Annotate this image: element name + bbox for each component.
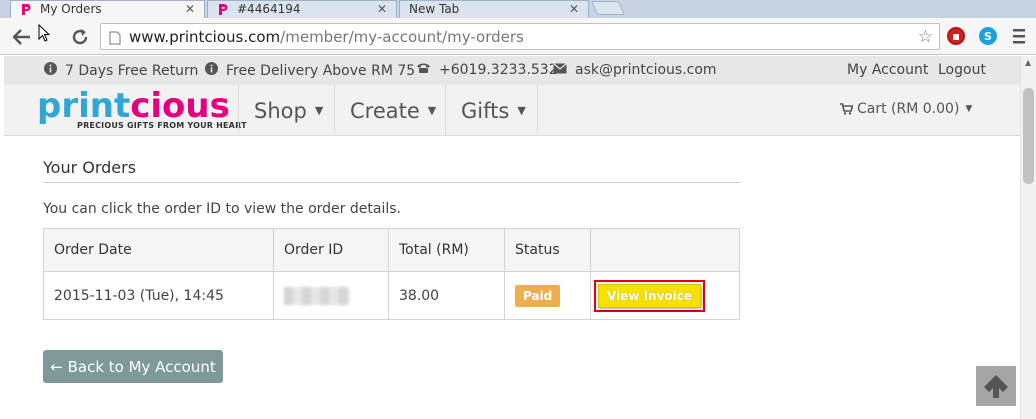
page-scrollbar[interactable]: ▲ bbox=[1020, 56, 1036, 419]
menu-shop[interactable]: Shop ▼ bbox=[238, 85, 334, 136]
arrow-up-icon bbox=[981, 373, 1011, 399]
header-total: Total (RM) bbox=[388, 228, 505, 272]
highlight-box: View Invoice bbox=[594, 279, 706, 312]
envelope-icon bbox=[553, 62, 567, 78]
caret-down-icon: ▼ bbox=[517, 104, 526, 117]
svg-text:S: S bbox=[984, 30, 992, 43]
info-icon bbox=[44, 62, 57, 79]
url-path: /member/my-account/my-orders bbox=[280, 27, 524, 46]
back-arrow-icon[interactable] bbox=[10, 25, 34, 49]
title-divider bbox=[43, 182, 741, 183]
order-id-cell[interactable] bbox=[273, 271, 389, 320]
orders-hint: You can click the order ID to view the o… bbox=[43, 201, 401, 217]
browser-tab-strip: My Orders ✕ #4464194 ✕ New Tab ✕ bbox=[0, 0, 1036, 18]
cart-icon bbox=[840, 103, 853, 115]
close-tab-icon[interactable]: ✕ bbox=[569, 2, 579, 16]
tab-new-tab[interactable]: New Tab ✕ bbox=[399, 0, 589, 18]
url-host: www.printcious.com bbox=[129, 27, 281, 46]
orders-table: Order Date Order ID Total (RM) Status 20… bbox=[43, 228, 740, 320]
logout-link[interactable]: Logout bbox=[938, 62, 986, 78]
logo-wordmark: printcious bbox=[37, 86, 230, 126]
page-icon bbox=[109, 30, 121, 44]
main-content: Your Orders You can click the order ID t… bbox=[4, 137, 1020, 419]
page-title: Your Orders bbox=[43, 158, 137, 177]
printcious-favicon-icon bbox=[20, 3, 32, 16]
back-to-my-account-button[interactable]: ← Back to My Account bbox=[43, 350, 223, 383]
close-tab-icon[interactable]: ✕ bbox=[377, 2, 387, 16]
scroll-up-arrow-icon[interactable]: ▲ bbox=[1025, 58, 1031, 67]
tab-title: #4464194 bbox=[237, 2, 301, 16]
action-cell: View Invoice bbox=[590, 271, 740, 320]
browser-toolbar: www.printcious.com/member/my-account/my-… bbox=[0, 18, 1036, 55]
adblock-extension-icon[interactable] bbox=[947, 27, 965, 45]
phone-info: +6019.3233.532 bbox=[416, 62, 558, 78]
printcious-logo[interactable]: printcious PRECIOUS GIFTS FROM YOUR HEAR… bbox=[37, 86, 247, 132]
caret-down-icon: ▼ bbox=[965, 104, 973, 114]
star-icon[interactable]: ☆ bbox=[918, 27, 933, 47]
free-delivery-info: Free Delivery Above RM 75 bbox=[205, 62, 415, 79]
main-navbar: printcious PRECIOUS GIFTS FROM YOUR HEAR… bbox=[4, 85, 1020, 136]
close-tab-icon[interactable]: ✕ bbox=[185, 2, 195, 16]
phone-icon bbox=[416, 62, 431, 78]
table-header-row: Order Date Order ID Total (RM) Status bbox=[43, 228, 740, 272]
scrollbar-thumb[interactable] bbox=[1023, 88, 1034, 184]
site-info-bar: 7 Days Free Return Free Delivery Above R… bbox=[4, 56, 1020, 85]
tab-title: New Tab bbox=[409, 2, 460, 16]
printcious-favicon-icon bbox=[217, 3, 229, 16]
scroll-to-top-button[interactable] bbox=[976, 366, 1016, 406]
header-order-date: Order Date bbox=[43, 228, 274, 272]
cart-label: Cart (RM 0.00) bbox=[857, 101, 960, 117]
caret-down-icon: ▼ bbox=[314, 104, 324, 117]
status-cell: Paid bbox=[504, 271, 591, 320]
mouse-cursor-icon bbox=[38, 23, 51, 46]
tab-my-orders[interactable]: My Orders ✕ bbox=[10, 0, 205, 18]
free-return-text: 7 Days Free Return bbox=[65, 62, 199, 79]
email-info: ask@printcious.com bbox=[553, 62, 717, 78]
phone-text: +6019.3233.532 bbox=[439, 62, 558, 78]
caret-down-icon: ▼ bbox=[427, 104, 437, 117]
menu-shop-label: Shop bbox=[254, 98, 307, 123]
menu-gifts[interactable]: Gifts ▼ bbox=[445, 85, 538, 136]
header-status: Status bbox=[504, 228, 591, 272]
menu-gifts-label: Gifts bbox=[461, 98, 510, 123]
cart-dropdown[interactable]: Cart (RM 0.00) ▼ bbox=[840, 101, 972, 117]
order-id-link[interactable] bbox=[284, 286, 350, 305]
tab-order-4464194[interactable]: #4464194 ✕ bbox=[207, 0, 397, 18]
reload-icon[interactable] bbox=[68, 25, 92, 49]
new-tab-button[interactable] bbox=[590, 1, 626, 15]
tab-title: My Orders bbox=[40, 2, 102, 16]
free-delivery-text: Free Delivery Above RM 75 bbox=[226, 62, 416, 79]
address-bar[interactable]: www.printcious.com/member/my-account/my-… bbox=[100, 23, 940, 50]
logo-tagline: PRECIOUS GIFTS FROM YOUR HEART bbox=[77, 121, 247, 130]
order-date-cell: 2015-11-03 (Tue), 14:45 bbox=[43, 271, 274, 320]
free-return-info: 7 Days Free Return bbox=[44, 62, 198, 79]
view-invoice-button[interactable]: View Invoice bbox=[598, 283, 702, 308]
url-text: www.printcious.com/member/my-account/my-… bbox=[129, 28, 524, 46]
menu-create[interactable]: Create ▼ bbox=[334, 85, 445, 136]
header-action bbox=[590, 228, 740, 272]
info-icon bbox=[205, 62, 218, 79]
email-link[interactable]: ask@printcious.com bbox=[575, 62, 717, 78]
status-badge: Paid bbox=[515, 284, 561, 307]
menu-create-label: Create bbox=[350, 98, 420, 123]
menu-icon[interactable] bbox=[1012, 27, 1026, 45]
my-account-link[interactable]: My Account bbox=[847, 62, 928, 78]
total-cell: 38.00 bbox=[388, 271, 505, 320]
header-order-id: Order ID bbox=[273, 228, 389, 272]
table-row: 2015-11-03 (Tue), 14:45 38.00 Paid View … bbox=[43, 271, 740, 320]
skype-extension-icon[interactable]: S bbox=[979, 27, 997, 45]
